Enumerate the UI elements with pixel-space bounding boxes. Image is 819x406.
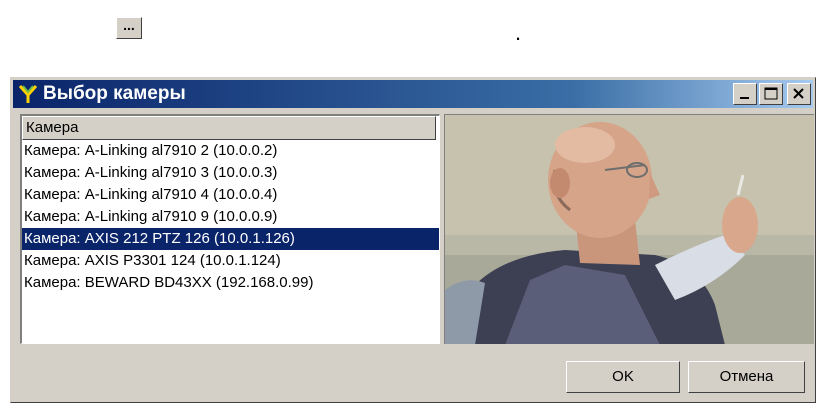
- browse-button[interactable]: ...: [116, 17, 142, 39]
- list-item[interactable]: Камера: A-Linking al7910 3 (10.0.0.3): [22, 162, 439, 184]
- maximize-icon: [764, 87, 778, 100]
- list-item[interactable]: Камера: A-Linking al7910 4 (10.0.0.4): [22, 184, 439, 206]
- column-header-camera[interactable]: Камера: [22, 116, 436, 140]
- close-icon: [793, 88, 804, 99]
- camera-app-icon: [17, 83, 39, 105]
- list-item[interactable]: Камера: A-Linking al7910 2 (10.0.0.2): [22, 140, 439, 162]
- cancel-button[interactable]: Отмена: [688, 361, 805, 393]
- list-item[interactable]: Камера: AXIS P3301 124 (10.0.1.124): [22, 250, 439, 272]
- screen: ... . Выбор камеры Камера Камера: A-Link…: [0, 0, 819, 406]
- minimize-icon: [740, 97, 749, 99]
- ok-button[interactable]: OK: [566, 361, 680, 393]
- camera-preview: [444, 114, 814, 344]
- title-bar[interactable]: Выбор камеры: [13, 80, 813, 108]
- camera-list-body: Камера: A-Linking al7910 2 (10.0.0.2) Ка…: [22, 140, 439, 294]
- maximize-button[interactable]: [759, 83, 783, 105]
- camera-list[interactable]: Камера Камера: A-Linking al7910 2 (10.0.…: [20, 114, 440, 344]
- dialog-title: Выбор камеры: [43, 83, 186, 104]
- period-text: .: [515, 20, 522, 45]
- list-item[interactable]: Камера: BEWARD BD43XX (192.168.0.99): [22, 272, 439, 294]
- close-button[interactable]: [787, 83, 811, 105]
- camera-select-dialog: Выбор камеры Камера Камера: A-Linking al…: [10, 77, 816, 403]
- minimize-button[interactable]: [733, 83, 757, 105]
- list-item-selected[interactable]: Камера: AXIS 212 PTZ 126 (10.0.1.126): [22, 228, 439, 250]
- list-item[interactable]: Камера: A-Linking al7910 9 (10.0.0.9): [22, 206, 439, 228]
